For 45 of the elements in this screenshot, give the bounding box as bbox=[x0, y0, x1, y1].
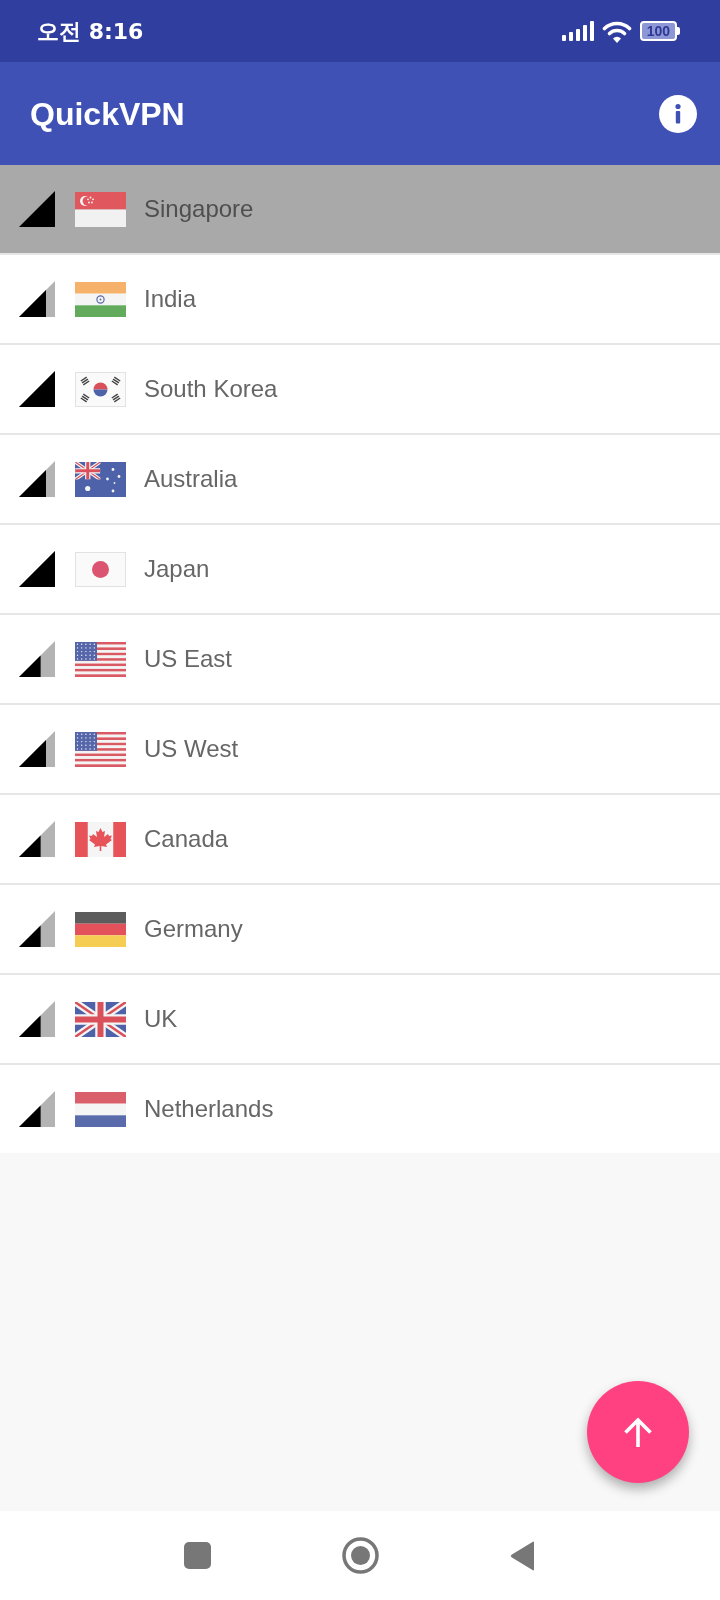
battery-indicator: 100 bbox=[639, 21, 680, 41]
server-row[interactable]: Germany bbox=[0, 885, 720, 973]
signal-strength-meter bbox=[19, 551, 55, 587]
app-title: QuickVPN bbox=[30, 94, 185, 134]
info-icon bbox=[659, 94, 697, 133]
signal-bars-icon bbox=[561, 21, 594, 41]
server-row[interactable]: India bbox=[0, 255, 720, 343]
signal-strength-meter bbox=[19, 281, 55, 317]
country-name: UK bbox=[144, 1004, 178, 1034]
country-name: India bbox=[144, 284, 197, 314]
server-row[interactable]: Singapore bbox=[0, 165, 720, 253]
info-button[interactable] bbox=[659, 94, 697, 133]
home-icon bbox=[341, 1537, 379, 1574]
server-row[interactable]: Japan bbox=[0, 525, 720, 613]
country-name: Germany bbox=[144, 914, 243, 944]
server-row[interactable]: South Korea bbox=[0, 345, 720, 433]
signal-strength-meter bbox=[19, 821, 55, 857]
server-row[interactable]: UK bbox=[0, 975, 720, 1063]
country-name: Netherlands bbox=[144, 1094, 274, 1124]
arrow-up-icon bbox=[623, 1416, 653, 1448]
signal-strength-meter bbox=[19, 1091, 55, 1127]
country-name: Japan bbox=[144, 554, 210, 584]
server-row[interactable]: Netherlands bbox=[0, 1065, 720, 1153]
country-name: Australia bbox=[144, 464, 238, 494]
back-icon bbox=[510, 1540, 536, 1571]
signal-strength-meter bbox=[19, 461, 55, 497]
signal-strength-meter bbox=[19, 191, 55, 227]
country-name: South Korea bbox=[144, 374, 278, 404]
wifi-icon bbox=[601, 19, 632, 43]
country-name: Singapore bbox=[144, 194, 254, 224]
signal-strength-meter bbox=[19, 1001, 55, 1037]
signal-strength-meter bbox=[19, 641, 55, 677]
country-name: Canada bbox=[144, 824, 229, 854]
status-time: 오전 8:16 bbox=[37, 17, 144, 46]
signal-strength-meter bbox=[19, 731, 55, 767]
scroll-up-button[interactable] bbox=[587, 1381, 689, 1483]
square-icon bbox=[183, 1542, 211, 1569]
server-row[interactable]: Australia bbox=[0, 435, 720, 523]
server-row[interactable]: US West bbox=[0, 705, 720, 793]
server-row[interactable]: Canada bbox=[0, 795, 720, 883]
country-name: US West bbox=[144, 734, 239, 764]
signal-strength-meter bbox=[19, 911, 55, 947]
country-name: US East bbox=[144, 644, 233, 674]
signal-strength-meter bbox=[19, 371, 55, 407]
server-row[interactable]: US East bbox=[0, 615, 720, 703]
